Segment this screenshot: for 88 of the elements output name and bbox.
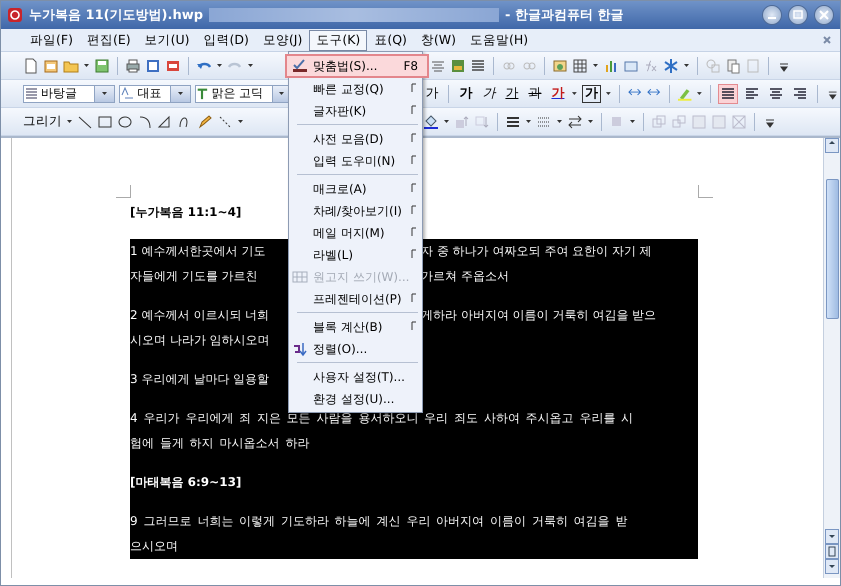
combo-text: 맑은 고딕 bbox=[210, 85, 264, 102]
combo-text: 대표 bbox=[136, 85, 162, 102]
char-style-icon bbox=[120, 86, 134, 102]
font-icon bbox=[196, 86, 208, 102]
align-button[interactable] bbox=[718, 84, 738, 104]
menu-item[interactable]: 보기(U) bbox=[138, 30, 197, 50]
menu-item[interactable]: 사전 모음(D) bbox=[289, 128, 422, 150]
verse-heading: [누가복음 11:1~4] bbox=[130, 204, 242, 221]
vertical-scrollbar[interactable] bbox=[823, 138, 840, 578]
scroll-down-button[interactable] bbox=[825, 529, 839, 544]
columns-icon[interactable] bbox=[470, 58, 486, 74]
menu-item[interactable]: 사용자 설정(T)... bbox=[289, 366, 422, 388]
align-icon bbox=[720, 86, 736, 102]
window-icon[interactable] bbox=[43, 58, 59, 74]
verse-text: 자들에게 기도를 가르친 bbox=[130, 268, 259, 285]
menu-item[interactable]: 파일(F) bbox=[23, 30, 80, 50]
lines-icon bbox=[24, 86, 38, 102]
verse-text: 3 우리에게 날마다 일용할 bbox=[130, 371, 270, 388]
table-icon[interactable] bbox=[572, 58, 588, 74]
menu-item[interactable]: 입력 도우미(N) bbox=[289, 150, 422, 172]
format-button[interactable]: 가 bbox=[479, 84, 498, 102]
picture-icon[interactable] bbox=[552, 58, 568, 74]
grid-icon bbox=[292, 269, 308, 285]
rectangle-icon[interactable] bbox=[97, 114, 113, 130]
format-button[interactable]: 가 bbox=[456, 84, 476, 102]
menu-item[interactable]: 입력(D) bbox=[196, 30, 256, 50]
window-title: 누가복음 11(기도방법).hwp bbox=[29, 7, 204, 24]
verse-text: 2 예수께서 이르시되 너희 bbox=[130, 307, 270, 324]
menu-item[interactable]: 매크로(A) bbox=[289, 178, 422, 200]
sort-icon bbox=[292, 341, 308, 357]
char-style-dropdown[interactable]: 대표 bbox=[119, 84, 192, 102]
verse-text: 시오며 나라가 임하시오며 bbox=[130, 332, 271, 349]
menu-item[interactable]: 블록 계산(B) bbox=[289, 316, 422, 338]
menu-item[interactable]: 맞춤법(S)... F8 bbox=[285, 54, 429, 78]
next-page-button[interactable] bbox=[825, 559, 839, 574]
menu-item[interactable]: 모양(J) bbox=[256, 30, 310, 50]
align-icon bbox=[768, 86, 784, 102]
menu-item[interactable]: 글자판(K) bbox=[289, 100, 422, 122]
menu-item[interactable]: 프레젠테이션(P) bbox=[289, 288, 422, 310]
scrollbar-thumb[interactable] bbox=[826, 179, 838, 319]
new-document-icon[interactable] bbox=[23, 58, 39, 74]
verse-text: 험에 들게 하지 마시옵소서 하라 bbox=[130, 435, 310, 452]
pencil-icon[interactable] bbox=[197, 114, 213, 130]
verse-text: 9 그러므로 너희는 이렇게 기도하라 하늘에 계신 우리 아버지여 이름이 거룩히 여김을 받 bbox=[130, 513, 628, 530]
verse-text: 가르쳐 주옵소서 bbox=[421, 268, 510, 285]
verse-heading: [마태복음 6:9~13] bbox=[130, 474, 242, 491]
format-button[interactable]: 가 bbox=[582, 84, 602, 102]
paste-icon[interactable] bbox=[725, 58, 741, 74]
menu-item[interactable]: 차례/찾아보기(I) bbox=[289, 200, 422, 222]
format-button[interactable]: 과 bbox=[525, 84, 544, 102]
format-button[interactable]: 가 bbox=[422, 84, 442, 102]
app-name: - 한글과컴퓨터 한글 bbox=[505, 7, 624, 24]
scroll-up-button[interactable] bbox=[825, 138, 839, 153]
menu-item[interactable]: 표(Q) bbox=[367, 30, 414, 50]
menu-item[interactable]: 환경 설정(U)... bbox=[289, 388, 422, 410]
preview-icon[interactable] bbox=[145, 58, 161, 74]
verse-text: 1 예수께서한곳에서 기도 bbox=[130, 243, 266, 260]
menu-item[interactable]: 도구(K) bbox=[309, 30, 368, 50]
snowflake-icon[interactable] bbox=[663, 58, 679, 74]
align-icon bbox=[792, 86, 808, 102]
menu-item[interactable]: 메일 머지(M) bbox=[289, 222, 422, 244]
menu-item[interactable]: 빠른 교정(Q) bbox=[289, 78, 422, 100]
connector-icon[interactable] bbox=[217, 114, 233, 130]
fill-bucket-icon[interactable] bbox=[423, 114, 439, 130]
save-icon[interactable] bbox=[94, 58, 110, 74]
format-button[interactable]: 가 bbox=[502, 84, 522, 102]
verse-text: 4 우리가 우리에게 죄 지은 모든 사람을 용서하오니 우리 죄도 사하여 주시옵고 우리를 시 bbox=[130, 410, 634, 427]
menu-item[interactable]: 도움말(H) bbox=[463, 30, 536, 50]
verse-text: 으시오며 bbox=[130, 538, 179, 555]
page-icon[interactable] bbox=[828, 544, 836, 560]
line-icon[interactable] bbox=[77, 114, 93, 130]
format-button[interactable]: 가 bbox=[548, 84, 568, 102]
menu-item[interactable]: 편집(E) bbox=[80, 30, 138, 50]
style-dropdown[interactable]: 바탕글 bbox=[23, 84, 116, 102]
arrow-style-icon[interactable] bbox=[567, 114, 583, 130]
arc-icon[interactable] bbox=[137, 114, 153, 130]
verse-text: 게하라 아버지여 이름이 거룩히 여김을 받으 bbox=[421, 307, 658, 324]
menu-item[interactable]: 정렬(O)... bbox=[289, 338, 422, 360]
menu-item[interactable]: 라벨(L) bbox=[289, 244, 422, 266]
spell-check-icon bbox=[292, 58, 308, 74]
ellipse-icon[interactable] bbox=[117, 114, 133, 130]
printer-icon[interactable] bbox=[125, 58, 141, 74]
menu-item[interactable]: 창(W) bbox=[414, 30, 464, 50]
combo-text: 바탕글 bbox=[40, 85, 78, 102]
page-view-button[interactable] bbox=[825, 544, 839, 559]
app-logo-icon bbox=[7, 7, 23, 23]
align-icon bbox=[744, 86, 760, 102]
drawing-menu-button[interactable]: 그리기 bbox=[23, 113, 62, 130]
